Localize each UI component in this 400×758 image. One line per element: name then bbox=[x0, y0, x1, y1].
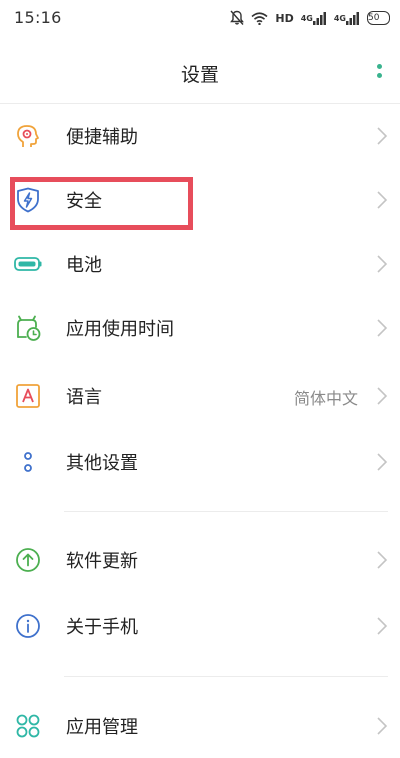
settings-item-accessibility[interactable]: 便捷辅助 bbox=[0, 104, 400, 168]
app-usage-time-icon bbox=[14, 314, 42, 342]
status-icons: HD 4G 4G 50 bbox=[230, 7, 390, 29]
settings-item-app-usage-time[interactable]: 应用使用时间 bbox=[0, 296, 400, 360]
other-settings-icon bbox=[14, 448, 42, 476]
chevron-right-icon bbox=[376, 716, 388, 736]
item-label: 语言 bbox=[66, 387, 102, 408]
hd-indicator: HD bbox=[275, 11, 294, 25]
settings-item-app-management[interactable]: 应用管理 bbox=[0, 694, 400, 758]
chevron-right-icon bbox=[376, 318, 388, 338]
item-label: 其他设置 bbox=[66, 453, 138, 474]
app-management-icon bbox=[14, 712, 42, 740]
chevron-right-icon bbox=[376, 254, 388, 274]
item-label: 应用管理 bbox=[66, 717, 138, 738]
signal-icon: 4G bbox=[301, 11, 327, 25]
chevron-right-icon bbox=[376, 126, 388, 146]
section-divider bbox=[64, 676, 388, 677]
language-icon bbox=[14, 382, 42, 410]
settings-item-language[interactable]: 语言 简体中文 bbox=[0, 364, 400, 428]
settings-item-other-settings[interactable]: 其他设置 bbox=[0, 430, 400, 494]
language-value: 简体中文 bbox=[293, 389, 358, 408]
section-divider bbox=[64, 511, 388, 512]
signal-icon-2: 4G bbox=[334, 11, 360, 25]
battery-indicator: 50 bbox=[367, 11, 390, 25]
highlight-annotation-box bbox=[10, 177, 193, 230]
settings-item-battery[interactable]: 电池 bbox=[0, 232, 400, 296]
more-options-button[interactable] bbox=[368, 58, 392, 86]
chevron-right-icon bbox=[376, 452, 388, 472]
mute-bell-icon bbox=[230, 10, 245, 26]
item-label: 关于手机 bbox=[66, 617, 138, 638]
chevron-right-icon bbox=[376, 616, 388, 636]
about-phone-icon bbox=[14, 612, 42, 640]
chevron-right-icon bbox=[376, 190, 388, 210]
settings-item-about-phone[interactable]: 关于手机 bbox=[0, 594, 400, 658]
page-title: 设置 bbox=[180, 64, 219, 86]
wifi-icon bbox=[251, 11, 268, 25]
item-label: 软件更新 bbox=[66, 551, 138, 572]
item-label: 应用使用时间 bbox=[66, 319, 174, 340]
software-update-icon bbox=[14, 546, 42, 574]
chevron-right-icon bbox=[376, 386, 388, 406]
status-bar: 15:16 HD 4G 4G 50 bbox=[0, 0, 400, 36]
header: 设置 bbox=[0, 36, 400, 104]
item-label: 便捷辅助 bbox=[66, 127, 138, 148]
item-label: 电池 bbox=[66, 255, 102, 276]
accessibility-icon bbox=[14, 122, 42, 150]
status-time: 15:16 bbox=[14, 8, 62, 27]
battery-icon bbox=[14, 250, 42, 278]
chevron-right-icon bbox=[376, 550, 388, 570]
settings-item-software-update[interactable]: 软件更新 bbox=[0, 528, 400, 592]
